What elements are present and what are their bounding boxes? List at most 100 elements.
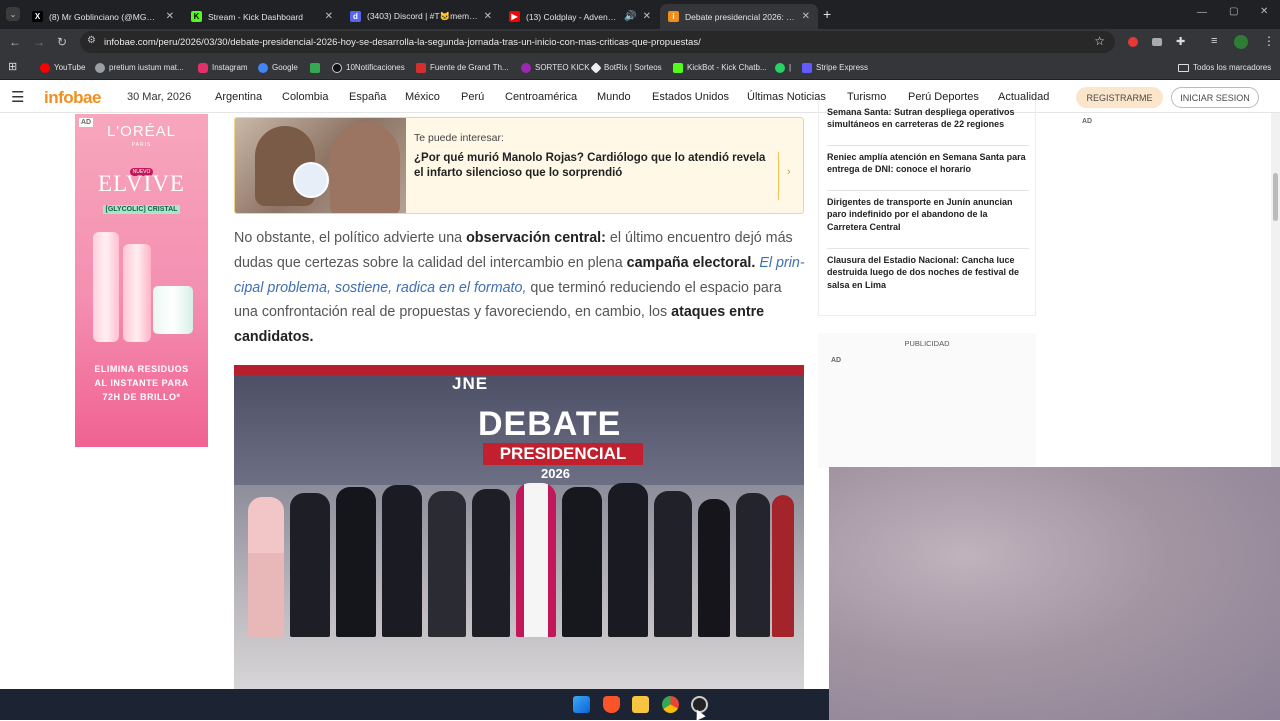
forward-icon[interactable]: → bbox=[33, 35, 45, 49]
tab-infobae[interactable]: i Debate presidencial 2026: hoy ✕ bbox=[660, 4, 818, 29]
avatar[interactable] bbox=[1234, 35, 1248, 49]
bold-text: campaña electoral. bbox=[626, 254, 756, 271]
bookmark-youtube[interactable]: YouTube bbox=[40, 61, 85, 74]
divider bbox=[827, 190, 1029, 191]
bookmark-unnamed[interactable] bbox=[310, 61, 324, 74]
nav-mexico[interactable]: México bbox=[405, 91, 440, 103]
google-icon bbox=[95, 62, 105, 73]
extensions-puzzle-icon[interactable]: ✚ bbox=[1176, 35, 1185, 48]
maximize-icon[interactable]: ▢ bbox=[1229, 6, 1238, 17]
bookmark-instagram[interactable]: Instagram bbox=[198, 61, 248, 74]
news-item[interactable]: Semana Santa: Sutran despliega operativo… bbox=[827, 106, 1029, 131]
bookmark-pretium[interactable]: pretium iustum mat... bbox=[95, 61, 184, 74]
address-bar[interactable]: ⚙ infobae.com/peru/2026/03/30/debate-pre… bbox=[80, 31, 1115, 53]
close-icon[interactable]: ✕ bbox=[643, 11, 651, 22]
candidate-figure bbox=[736, 493, 770, 637]
new-tab-icon[interactable]: + bbox=[823, 6, 831, 22]
left-ad-banner[interactable]: AD L'ORÉAL PARIS NUEVO ELVIVE [GLYCOLIC]… bbox=[75, 114, 208, 447]
hamburger-menu-icon[interactable]: ☰ bbox=[11, 88, 24, 106]
ad-product: ELVIVE bbox=[98, 171, 185, 196]
extension-icon[interactable] bbox=[1152, 38, 1162, 46]
youtube-icon bbox=[40, 62, 50, 73]
nav-centroamerica[interactable]: Centroamérica bbox=[505, 91, 577, 103]
close-window-icon[interactable]: ✕ bbox=[1260, 6, 1268, 17]
nav-colombia[interactable]: Colombia bbox=[282, 91, 328, 103]
nav-peru[interactable]: Perú bbox=[461, 91, 484, 103]
presidencial-badge: PRESIDENCIAL bbox=[483, 443, 643, 465]
ad-product-bottles bbox=[91, 222, 193, 346]
bold-text: observación central: bbox=[466, 230, 606, 246]
minimize-icon[interactable]: — bbox=[1197, 7, 1207, 18]
close-icon[interactable]: ✕ bbox=[166, 11, 174, 22]
jar bbox=[153, 286, 193, 334]
news-item[interactable]: Clausura del Estadio Nacional: Cancha lu… bbox=[827, 254, 1029, 291]
bookmark-label: Stripe Express bbox=[816, 63, 869, 72]
nav-estados-unidos[interactable]: Estados Unidos bbox=[652, 91, 729, 103]
nav-mundo[interactable]: Mundo bbox=[597, 91, 631, 103]
tab-title: (13) Coldplay - Adventure O bbox=[526, 11, 618, 22]
article-main-photo[interactable]: JNE DEBATE PRESIDENCIAL 2026 bbox=[234, 365, 804, 690]
bookmark-botrix[interactable]: BotRix | Sorteos bbox=[590, 61, 662, 74]
close-icon[interactable]: ✕ bbox=[484, 11, 492, 22]
ad-claim: ELIMINA RESIDUOS AL INSTANTE PARA 72H DE… bbox=[94, 364, 189, 402]
tab-title: Debate presidencial 2026: hoy bbox=[685, 11, 796, 22]
discord-icon: d bbox=[350, 11, 361, 22]
bookmark-grand-theft[interactable]: Fuente de Grand Th... bbox=[416, 61, 509, 74]
chevron-right-icon[interactable]: › bbox=[787, 166, 791, 178]
toolbar: ← → ↻ ⚙ infobae.com/peru/2026/03/30/deba… bbox=[0, 29, 1280, 55]
extension-icon[interactable] bbox=[1128, 37, 1138, 47]
sorteo-icon bbox=[521, 62, 531, 73]
news-item[interactable]: Reniec amplía atención en Semana Santa p… bbox=[827, 151, 1029, 176]
nav-espana[interactable]: España bbox=[349, 91, 386, 103]
nav-ultimas-noticias[interactable]: Últimas Noticias bbox=[747, 91, 826, 103]
person-photo bbox=[330, 122, 400, 213]
candidate-figure bbox=[382, 485, 422, 637]
tab-title: (8) Mr Goblinciano (@MGoblin bbox=[49, 11, 160, 22]
tab-kick[interactable]: K Stream - Kick Dashboard ✕ bbox=[183, 4, 341, 29]
botrix-icon bbox=[590, 61, 602, 74]
bookmark-sorteo-kick[interactable]: SORTEO KICK bbox=[521, 61, 590, 74]
folder-icon bbox=[1178, 63, 1189, 72]
ad-slot[interactable]: PUBLICIDAD AD bbox=[818, 333, 1036, 468]
media-icon[interactable]: ≡ bbox=[1211, 35, 1217, 47]
bookmark-google[interactable]: Google bbox=[258, 61, 298, 74]
apps-grid-icon[interactable]: ⊞ bbox=[8, 60, 17, 73]
site-logo[interactable]: infobae bbox=[44, 88, 101, 108]
brave-icon[interactable] bbox=[603, 696, 620, 713]
nav-argentina[interactable]: Argentina bbox=[215, 91, 262, 103]
bookmark-label: pretium iustum mat... bbox=[109, 63, 184, 72]
audio-icon[interactable]: 🔊 bbox=[624, 11, 636, 22]
close-icon[interactable]: ✕ bbox=[325, 11, 333, 22]
register-button[interactable]: REGISTRARME bbox=[1076, 87, 1163, 108]
divider bbox=[778, 152, 779, 200]
bookmark-kickbot[interactable]: KickBot - Kick Chatb... bbox=[673, 61, 767, 74]
reload-icon[interactable]: ↻ bbox=[57, 35, 67, 49]
taskbar bbox=[0, 689, 829, 721]
windows-start-icon[interactable] bbox=[573, 696, 590, 713]
menu-icon[interactable]: ⋮ bbox=[1263, 34, 1275, 48]
tab-discord[interactable]: d (3403) Discord | #T​🐱memes ✕ bbox=[342, 4, 500, 29]
tab-youtube[interactable]: ▶ (13) Coldplay - Adventure O 🔊 ✕ bbox=[501, 4, 659, 29]
bookmark-whatsapp[interactable]: | bbox=[775, 61, 791, 74]
site-info-icon[interactable]: ⚙ bbox=[87, 35, 96, 46]
back-icon[interactable]: ← bbox=[9, 35, 21, 49]
tab-x[interactable]: X (8) Mr Goblinciano (@MGoblin ✕ bbox=[24, 4, 182, 29]
scrollbar-thumb[interactable] bbox=[1273, 173, 1278, 221]
article-paragraph: No obstante, el político advierte una ob… bbox=[234, 226, 806, 350]
chrome-icon[interactable] bbox=[662, 696, 679, 713]
news-item[interactable]: Dirigentes de transporte en Junín anunci… bbox=[827, 196, 1029, 233]
tab-title: (3403) Discord | #T​🐱memes bbox=[367, 11, 478, 21]
bookmark-star-icon[interactable]: ☆ bbox=[1094, 34, 1105, 48]
ad-line-label: [GLYCOLIC] CRISTAL bbox=[102, 205, 181, 214]
year-label: 2026 bbox=[541, 466, 570, 481]
bookmark-10notificaciones[interactable]: 10Notificaciones bbox=[332, 61, 405, 74]
related-article-card[interactable]: Te puede interesar: ¿Por qué murió Manol… bbox=[234, 117, 804, 214]
bookmark-stripe[interactable]: Stripe Express bbox=[802, 61, 868, 74]
related-title[interactable]: ¿Por qué murió Manolo Rojas? Cardiólogo … bbox=[414, 151, 774, 181]
bookmarks-folder[interactable]: Todos los marcadores bbox=[1178, 61, 1271, 74]
tab-search-icon[interactable]: ⌄ bbox=[6, 7, 20, 21]
login-button[interactable]: INICIAR SESION bbox=[1171, 87, 1259, 108]
youtube-icon: ▶ bbox=[509, 11, 520, 22]
file-explorer-icon[interactable] bbox=[632, 696, 649, 713]
close-icon[interactable]: ✕ bbox=[802, 11, 810, 22]
